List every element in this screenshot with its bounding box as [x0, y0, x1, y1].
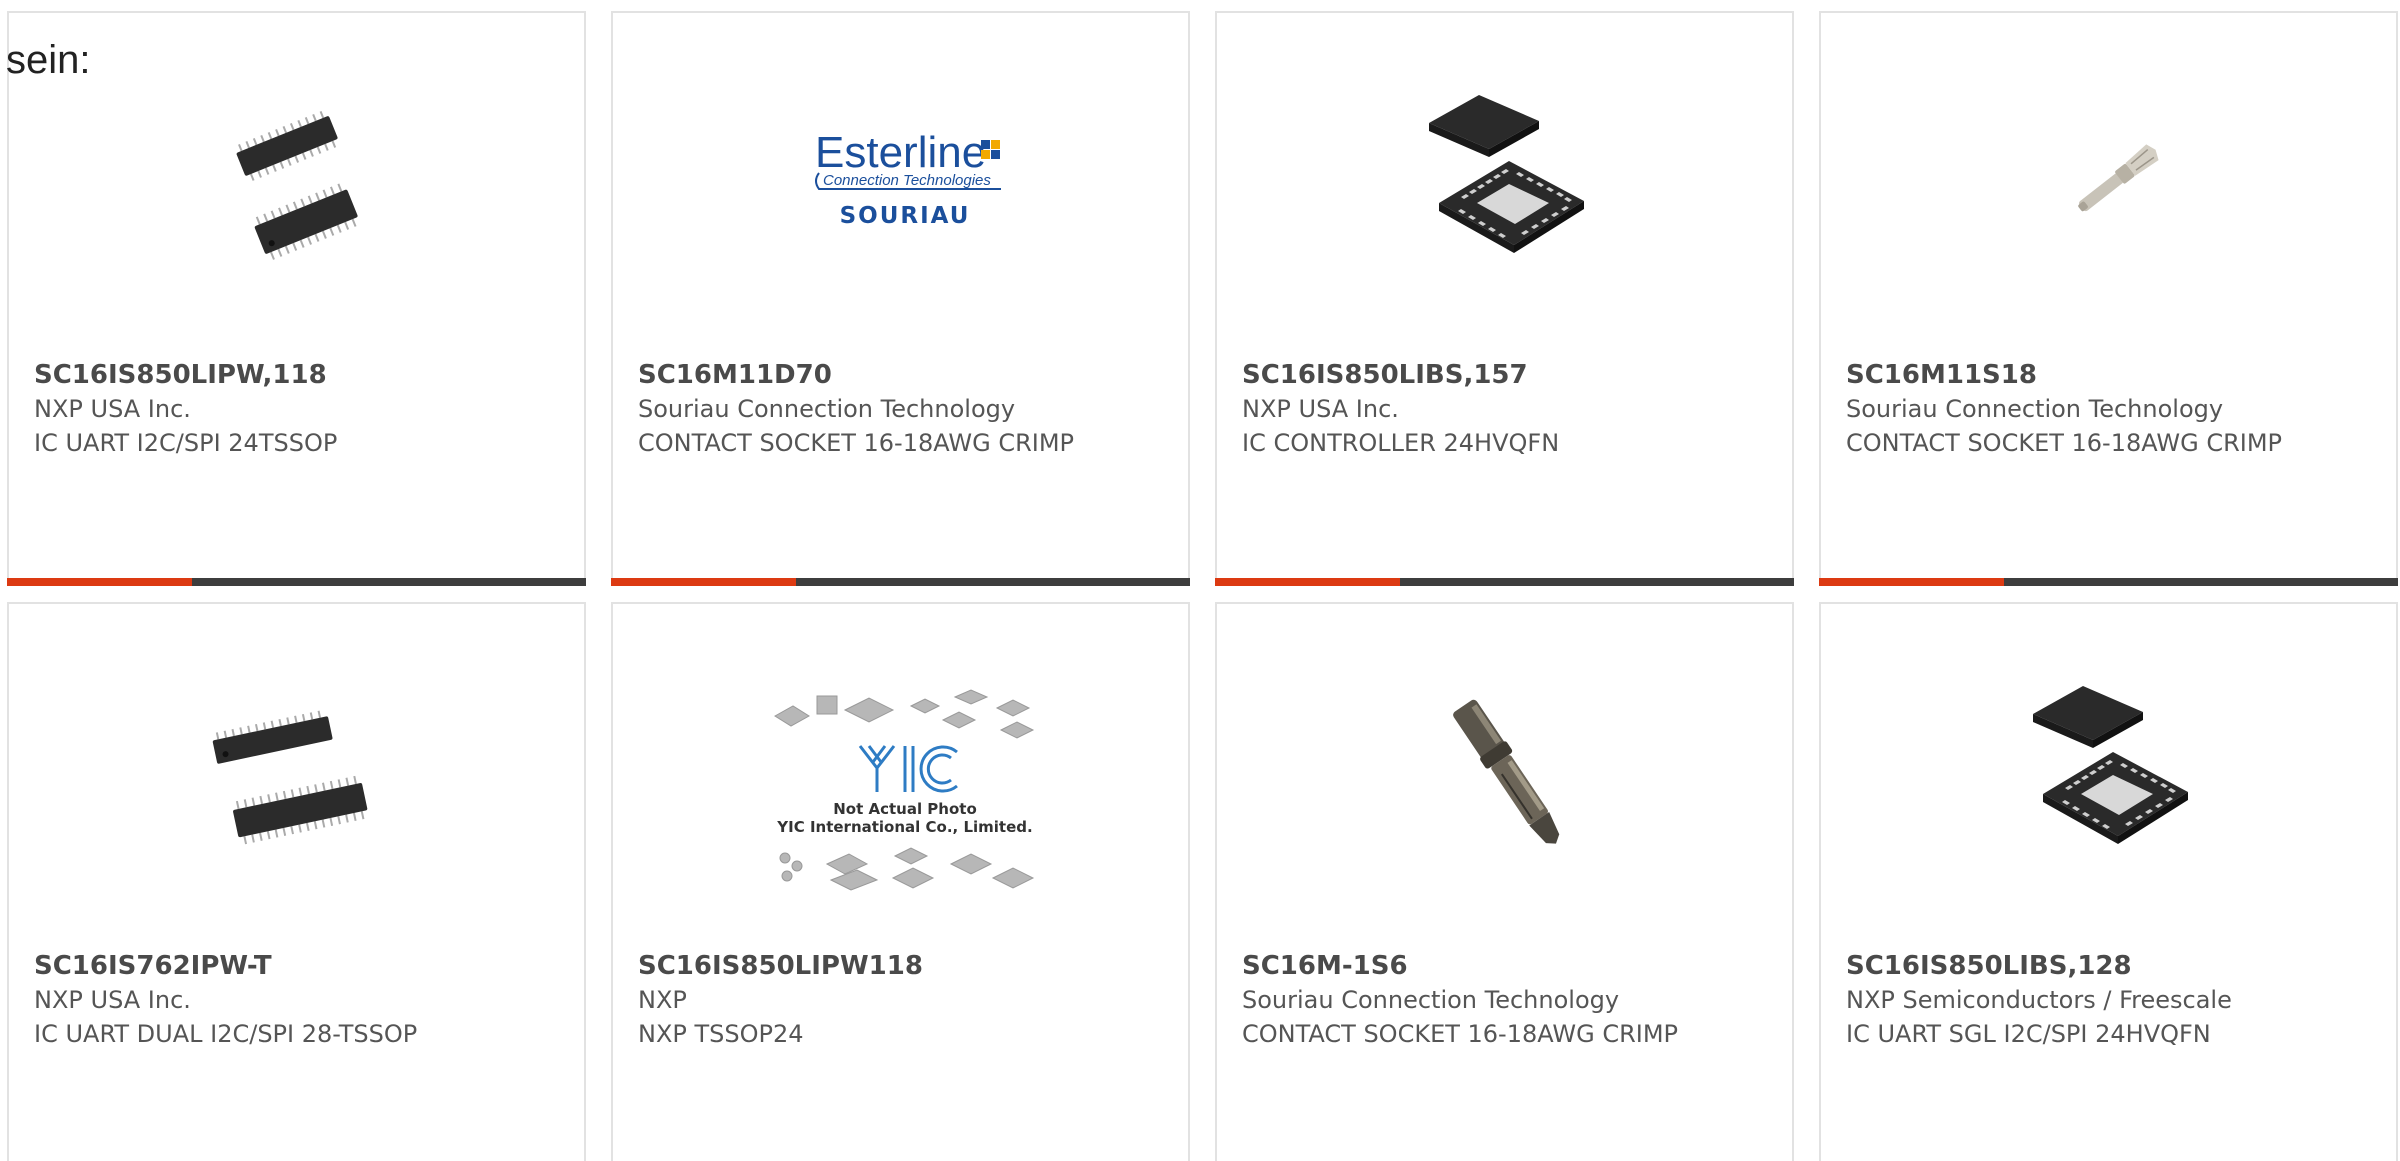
- part-number[interactable]: SC16IS762IPW-T: [34, 949, 564, 983]
- description: IC CONTROLLER 24HVQFN: [1242, 429, 1560, 457]
- product-card[interactable]: SC16M-1S6 Souriau Connection Technology …: [1215, 602, 1794, 1161]
- product-card[interactable]: SC16IS850LIPW,118 NXP USA Inc. IC UART I…: [7, 11, 586, 586]
- card-accent-fill: [1819, 578, 2005, 586]
- crimp-contact-image[interactable]: [2013, 83, 2213, 283]
- product-info: SC16M11D70 Souriau Connection Technology…: [638, 358, 1168, 460]
- part-number[interactable]: SC16M11S18: [1846, 358, 2376, 392]
- manufacturer: NXP USA Inc.: [34, 395, 191, 423]
- product-card[interactable]: SC16M11S18 Souriau Connection Technology…: [1819, 11, 2398, 586]
- part-number[interactable]: SC16IS850LIPW,118: [34, 358, 564, 392]
- logo-square-gold: [981, 150, 990, 159]
- product-info: SC16M-1S6 Souriau Connection Technology …: [1242, 949, 1772, 1051]
- product-card[interactable]: SC16IS850LIBS,157 NXP USA Inc. IC CONTRO…: [1215, 11, 1794, 586]
- product-info: SC16IS850LIBS,128 NXP Semiconductors / F…: [1846, 949, 2376, 1051]
- card-accent-bar: [611, 578, 1190, 586]
- part-number[interactable]: SC16M11D70: [638, 358, 1168, 392]
- card-accent-bar: [7, 578, 586, 586]
- manufacturer: NXP USA Inc.: [1242, 395, 1399, 423]
- part-number[interactable]: SC16IS850LIPW118: [638, 949, 1168, 983]
- product-card[interactable]: Esterline Connection Technologies SOURIA…: [611, 11, 1190, 586]
- tssop-chip-image[interactable]: [201, 674, 401, 874]
- product-info: SC16IS850LIBS,157 NXP USA Inc. IC CONTRO…: [1242, 358, 1772, 460]
- logo-square-blue: [981, 140, 990, 149]
- description: CONTACT SOCKET 16-18AWG CRIMP: [638, 429, 1075, 457]
- hvqfn-chip-image[interactable]: [2013, 674, 2213, 874]
- product-info: SC16IS850LIPW,118 NXP USA Inc. IC UART I…: [34, 358, 564, 460]
- part-number[interactable]: SC16M-1S6: [1242, 949, 1772, 983]
- manufacturer: Souriau Connection Technology: [1242, 986, 1620, 1014]
- logo-text-souriau: SOURIAU: [840, 203, 971, 229]
- product-grid-page: sein: SC16IS850LIPW,118 NXP USA Inc. IC …: [0, 0, 2400, 1161]
- part-number[interactable]: SC16IS850LIBS,157: [1242, 358, 1772, 392]
- logo-text-connection-technologies: Connection Technologies: [823, 172, 991, 189]
- logo-square-gold: [991, 140, 1000, 149]
- part-number[interactable]: SC16IS850LIBS,128: [1846, 949, 2376, 983]
- intro-text: sein:: [6, 38, 91, 82]
- logo-square-blue: [991, 150, 1000, 159]
- logo-text-esterline: Esterline: [815, 128, 986, 177]
- description: CONTACT SOCKET 16-18AWG CRIMP: [1846, 429, 2283, 457]
- product-card[interactable]: Not Actual Photo YIC International Co., …: [611, 602, 1190, 1161]
- tssop-chip-image[interactable]: [201, 83, 401, 283]
- placeholder-caption: Not Actual Photo: [833, 800, 977, 818]
- yic-logo: [858, 745, 958, 793]
- card-accent-bar: [1819, 578, 2398, 586]
- card-accent-fill: [7, 578, 193, 586]
- product-info: SC16IS762IPW-T NXP USA Inc. IC UART DUAL…: [34, 949, 564, 1051]
- card-accent-fill: [1215, 578, 1401, 586]
- description: IC UART I2C/SPI 24TSSOP: [34, 429, 338, 457]
- manufacturer: NXP Semiconductors / Freescale: [1846, 986, 2232, 1014]
- placeholder-company: YIC International Co., Limited.: [776, 818, 1032, 836]
- description: IC UART SGL I2C/SPI 24HVQFN: [1846, 1020, 2211, 1048]
- socket-contact-image[interactable]: [1409, 674, 1609, 874]
- manufacturer: NXP USA Inc.: [34, 986, 191, 1014]
- description: NXP TSSOP24: [638, 1020, 804, 1048]
- manufacturer: Souriau Connection Technology: [1846, 395, 2224, 423]
- product-info: SC16M11S18 Souriau Connection Technology…: [1846, 358, 2376, 460]
- product-info: SC16IS850LIPW118 NXP NXP TSSOP24: [638, 949, 1168, 1051]
- description: CONTACT SOCKET 16-18AWG CRIMP: [1242, 1020, 1679, 1048]
- product-card[interactable]: SC16IS850LIBS,128 NXP Semiconductors / F…: [1819, 602, 2398, 1161]
- product-card[interactable]: SC16IS762IPW-T NXP USA Inc. IC UART DUAL…: [7, 602, 586, 1161]
- manufacturer: Souriau Connection Technology: [638, 395, 1016, 423]
- manufacturer: NXP: [638, 986, 687, 1014]
- yic-placeholder-image[interactable]: Not Actual Photo YIC International Co., …: [765, 686, 1045, 936]
- card-accent-bar: [1215, 578, 1794, 586]
- card-accent-fill: [611, 578, 797, 586]
- description: IC UART DUAL I2C/SPI 28-TSSOP: [34, 1020, 418, 1048]
- hvqfn-chip-image[interactable]: [1409, 83, 1609, 283]
- esterline-souriau-logo[interactable]: Esterline Connection Technologies SOURIA…: [805, 83, 1005, 283]
